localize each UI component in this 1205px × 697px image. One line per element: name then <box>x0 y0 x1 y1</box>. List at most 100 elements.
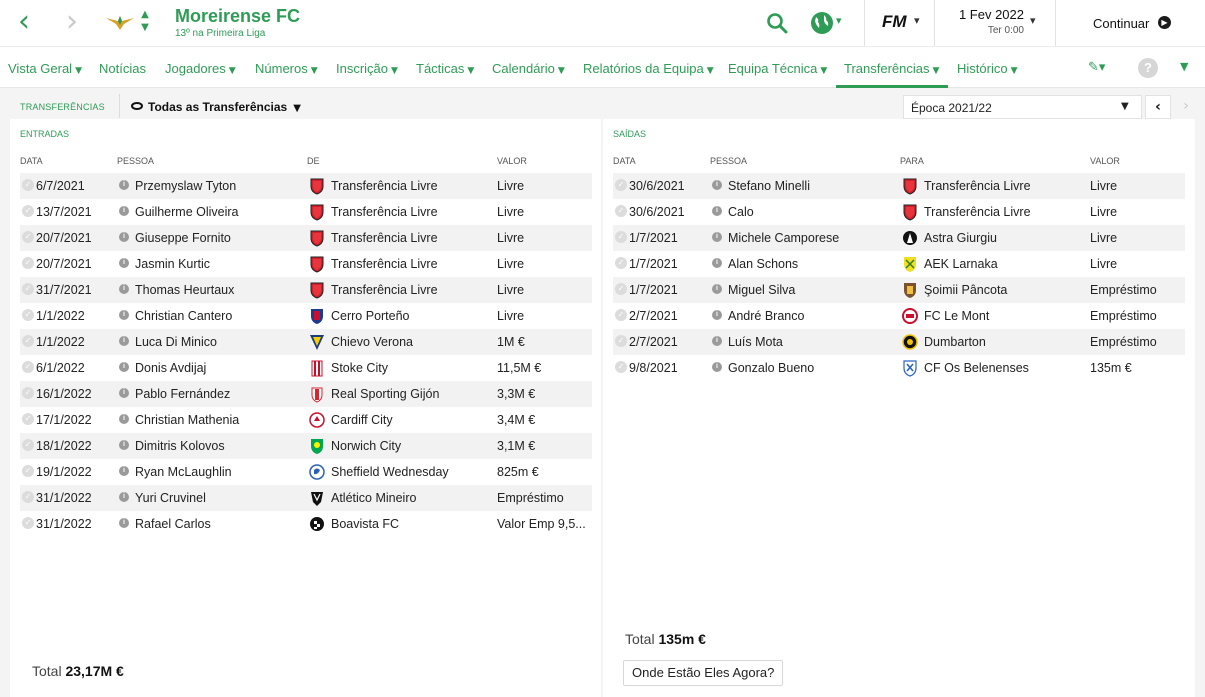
search-icon[interactable] <box>766 12 788 34</box>
player-name[interactable]: Dimitris Kolovos <box>135 439 225 453</box>
club-badge-icon[interactable] <box>902 333 918 351</box>
info-icon[interactable]: i <box>119 466 129 476</box>
forward-arrow-icon[interactable]: › <box>66 7 92 37</box>
transfer-row[interactable]: ✓ 20/7/2021 i Jasmin Kurtic Transferência Li… <box>20 251 592 277</box>
player-name[interactable]: Gonzalo Bueno <box>728 361 814 375</box>
club-badge-icon[interactable] <box>309 203 325 221</box>
col-club[interactable]: PARA <box>900 156 924 166</box>
globe-chevron-down-icon[interactable]: ▾ <box>836 14 842 27</box>
club-name[interactable]: Transferência Livre <box>924 205 1031 219</box>
club-name[interactable]: Transferência Livre <box>331 205 438 219</box>
club-badge-icon[interactable] <box>902 281 918 299</box>
club-name[interactable]: Chievo Verona <box>331 335 413 349</box>
club-name[interactable]: Stoke City <box>331 361 388 375</box>
transfer-row[interactable]: ✓ 13/7/2021 i Guilherme Oliveira Transferênc… <box>20 199 592 225</box>
club-name[interactable]: Transferência Livre <box>331 231 438 245</box>
nav-relatorios-equipa[interactable]: Relatórios da Equipa ▼ <box>583 61 714 76</box>
transfer-row[interactable]: ✓ 20/7/2021 i Giuseppe Fornito Transferência… <box>20 225 592 251</box>
info-icon[interactable]: i <box>712 284 722 294</box>
info-icon[interactable]: i <box>119 232 129 242</box>
club-crest-icon[interactable] <box>104 12 136 32</box>
fm-logo[interactable]: FM <box>882 12 928 34</box>
player-name[interactable]: Christian Cantero <box>135 309 232 323</box>
player-name[interactable]: Michele Camporese <box>728 231 839 245</box>
club-badge-icon[interactable] <box>309 307 325 325</box>
info-icon[interactable]: i <box>712 180 722 190</box>
info-icon[interactable]: i <box>119 492 129 502</box>
transfer-row[interactable]: ✓ 31/7/2021 i Thomas Heurtaux Transferência … <box>20 277 592 303</box>
club-name[interactable]: Moreirense FC <box>175 6 300 27</box>
transfer-row[interactable]: ✓ 1/7/2021 i Miguel Silva Şoimii Pâncota Empr… <box>613 277 1185 303</box>
transfer-row[interactable]: ✓ 9/8/2021 i Gonzalo Bueno CF Os Belenenses 1… <box>613 355 1185 381</box>
col-value[interactable]: VALOR <box>1090 156 1120 166</box>
club-badge-icon[interactable] <box>309 229 325 247</box>
transfer-filter-dropdown[interactable]: Todas as Transferências ▼ <box>131 100 301 114</box>
previous-season-button[interactable]: ‹ <box>1145 95 1171 119</box>
club-name[interactable]: Norwich City <box>331 439 401 453</box>
club-name[interactable]: AEK Larnaka <box>924 257 998 271</box>
continue-button[interactable]: Continuar ▶ <box>1055 0 1205 46</box>
club-name[interactable]: CF Os Belenenses <box>924 361 1029 375</box>
more-chevron-down-icon[interactable]: ▼ <box>1180 60 1188 73</box>
club-badge-icon[interactable] <box>902 177 918 195</box>
club-name[interactable]: Boavista FC <box>331 517 399 531</box>
club-name[interactable]: Şoimii Pâncota <box>924 283 1007 297</box>
info-icon[interactable]: i <box>119 206 129 216</box>
col-club[interactable]: DE <box>307 156 320 166</box>
help-icon[interactable]: ? <box>1138 58 1158 78</box>
globe-icon[interactable] <box>810 11 834 35</box>
info-icon[interactable]: i <box>712 232 722 242</box>
player-name[interactable]: Pablo Fernández <box>135 387 230 401</box>
season-select[interactable]: Época 2021/22 ▼ <box>903 95 1142 119</box>
player-name[interactable]: André Branco <box>728 309 804 323</box>
club-badge-icon[interactable] <box>309 385 325 403</box>
player-name[interactable]: Ryan McLaughlin <box>135 465 232 479</box>
info-icon[interactable]: i <box>119 414 129 424</box>
club-badge-icon[interactable] <box>309 281 325 299</box>
info-icon[interactable]: i <box>119 440 129 450</box>
nav-tacticas[interactable]: Tácticas ▼ <box>416 61 474 76</box>
date-chevron-down-icon[interactable]: ▾ <box>1030 14 1036 27</box>
nav-equipa-tecnica[interactable]: Equipa Técnica ▼ <box>728 61 827 76</box>
club-badge-icon[interactable] <box>309 359 325 377</box>
club-name[interactable]: Astra Giurgiu <box>924 231 997 245</box>
club-name[interactable]: Transferência Livre <box>331 257 438 271</box>
transfer-row[interactable]: ✓ 18/1/2022 i Dimitris Kolovos Norwich City 3… <box>20 433 592 459</box>
transfer-row[interactable]: ✓ 1/1/2022 i Luca Di Minico Chievo Verona 1M … <box>20 329 592 355</box>
club-badge-icon[interactable] <box>902 255 918 273</box>
transfer-row[interactable]: ✓ 2/7/2021 i Luís Mota Dumbarton Empréstimo <box>613 329 1185 355</box>
info-icon[interactable]: i <box>119 180 129 190</box>
transfer-row[interactable]: ✓ 31/1/2022 i Yuri Cruvinel Atlético Mineiro… <box>20 485 592 511</box>
player-name[interactable]: Rafael Carlos <box>135 517 211 531</box>
info-icon[interactable]: i <box>119 388 129 398</box>
transfer-row[interactable]: ✓ 1/7/2021 i Michele Camporese Astra Giurgiu… <box>613 225 1185 251</box>
club-badge-icon[interactable] <box>309 411 325 429</box>
info-icon[interactable]: i <box>119 362 129 372</box>
transfer-row[interactable]: ✓ 1/1/2022 i Christian Cantero Cerro Porteño… <box>20 303 592 329</box>
nav-jogadores[interactable]: Jogadores ▼ <box>165 61 236 76</box>
club-name[interactable]: Cerro Porteño <box>331 309 410 323</box>
transfer-row[interactable]: ✓ 2/7/2021 i André Branco FC Le Mont Emprésti… <box>613 303 1185 329</box>
transfer-row[interactable]: ✓ 1/7/2021 i Alan Schons AEK Larnaka Livre <box>613 251 1185 277</box>
player-name[interactable]: Miguel Silva <box>728 283 795 297</box>
nav-inscricao[interactable]: Inscrição ▼ <box>336 61 398 76</box>
player-name[interactable]: Yuri Cruvinel <box>135 491 206 505</box>
player-name[interactable]: Thomas Heurtaux <box>135 283 234 297</box>
club-badge-icon[interactable] <box>309 255 325 273</box>
info-icon[interactable]: i <box>119 258 129 268</box>
player-name[interactable]: Giuseppe Fornito <box>135 231 231 245</box>
player-name[interactable]: Donis Avdijaj <box>135 361 206 375</box>
transfer-row[interactable]: ✓ 6/7/2021 i Przemyslaw Tyton Transferência … <box>20 173 592 199</box>
club-badge-icon[interactable] <box>309 463 325 481</box>
col-date[interactable]: DATA <box>20 156 43 166</box>
nav-calendario[interactable]: Calendário ▼ <box>492 61 565 76</box>
nav-transferencias[interactable]: Transferências ▼ <box>844 61 939 76</box>
nav-vista-geral[interactable]: Vista Geral ▼ <box>8 61 82 76</box>
player-name[interactable]: Alan Schons <box>728 257 798 271</box>
transfer-row[interactable]: ✓ 17/1/2022 i Christian Mathenia Cardiff Cit… <box>20 407 592 433</box>
club-badge-icon[interactable] <box>902 307 918 325</box>
player-name[interactable]: Christian Mathenia <box>135 413 239 427</box>
col-person[interactable]: PESSOA <box>710 156 747 166</box>
transfer-row[interactable]: ✓ 16/1/2022 i Pablo Fernández Real Sporting … <box>20 381 592 407</box>
transfer-row[interactable]: ✓ 6/1/2022 i Donis Avdijaj Stoke City 11,5M € <box>20 355 592 381</box>
